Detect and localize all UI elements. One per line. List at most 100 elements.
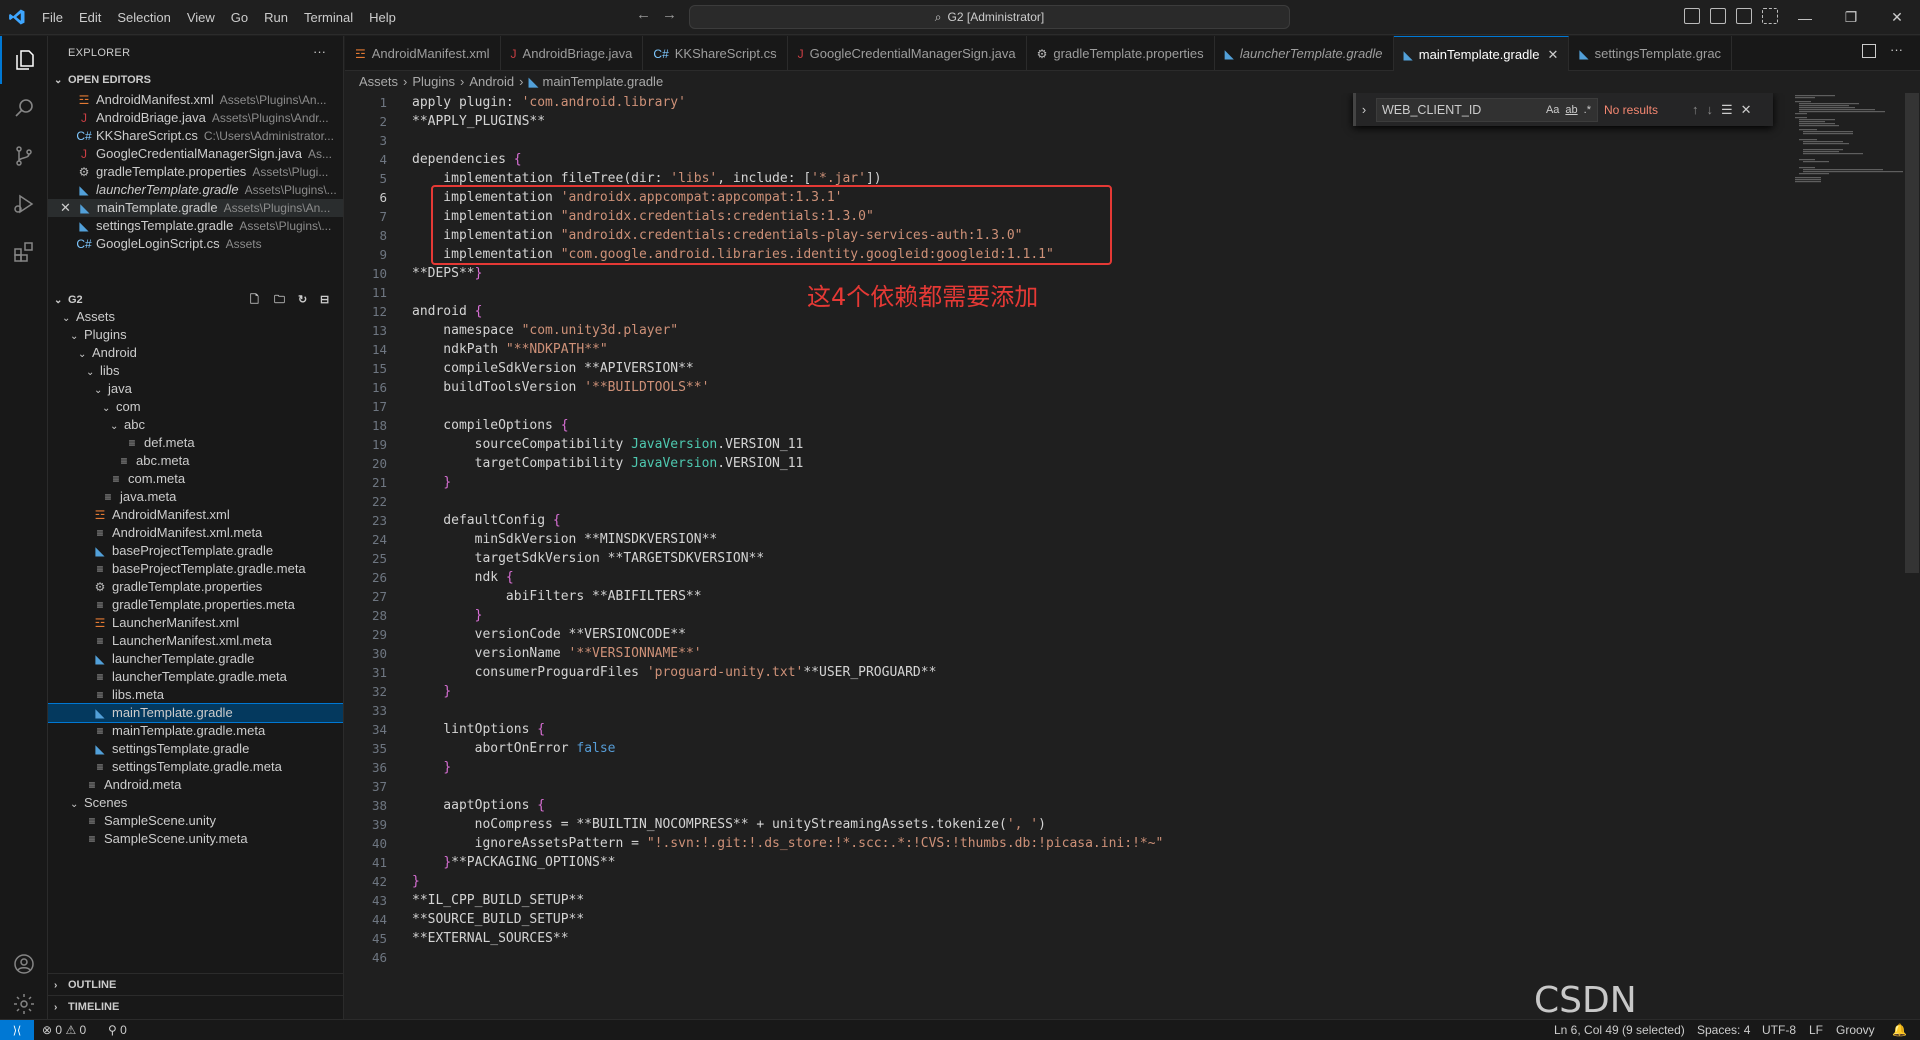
tree-file[interactable]: ≡ libs.meta [48, 686, 343, 704]
editor-tab[interactable]: ◣ launcherTemplate.gradle [1215, 36, 1394, 71]
tree-folder[interactable]: ⌄ Android [48, 344, 343, 362]
code-line[interactable]: }**PACKAGING_OPTIONS** [412, 853, 1732, 872]
menu-selection[interactable]: Selection [109, 0, 178, 35]
tree-folder[interactable]: ⌄ Plugins [48, 326, 343, 344]
open-editor-item[interactable]: C# GoogleLoginScript.cs Assets [48, 235, 343, 253]
code-editor[interactable]: 1 2 3 4 5 6 7 8 9 10 11 12 13 14 15 16 17 18 19 20 21 22 23 24 2… [345, 93, 1920, 1019]
code-line[interactable] [412, 492, 1732, 511]
code-line[interactable] [412, 397, 1732, 416]
tree-file[interactable]: ≡ java.meta [48, 488, 343, 506]
breadcrumb-item[interactable]: Android [469, 74, 514, 89]
open-editor-item[interactable]: ◣ settingsTemplate.gradle Assets\Plugins\.… [48, 217, 343, 235]
editor-tab[interactable]: ⚙ gradleTemplate.properties [1027, 36, 1215, 71]
find-in-selection-icon[interactable]: ☰ [1721, 102, 1733, 118]
code-line[interactable]: ignoreAssetsPattern = "!.svn:!.git:!.ds_… [412, 834, 1732, 853]
match-case-toggle[interactable]: Aa [1546, 104, 1559, 116]
tree-file[interactable]: ◣ mainTemplate.gradle [48, 703, 343, 723]
tree-folder[interactable]: ⌄ java [48, 380, 343, 398]
tree-file[interactable]: ◣ launcherTemplate.gradle [48, 650, 343, 668]
code-line[interactable] [412, 283, 1732, 302]
next-match-arrow-icon[interactable]: ↓ [1707, 102, 1714, 117]
menu-run[interactable]: Run [256, 0, 296, 35]
use-regex-toggle[interactable]: .* [1584, 104, 1591, 116]
menu-help[interactable]: Help [361, 0, 404, 35]
restore-button[interactable]: ❐ [1828, 0, 1874, 35]
tree-folder[interactable]: ⌄ com [48, 398, 343, 416]
tree-file[interactable]: ≡ gradleTemplate.properties.meta [48, 596, 343, 614]
back-arrow-icon[interactable]: ← [636, 6, 651, 23]
command-center[interactable]: ⌕ G2 [Administrator] [689, 5, 1290, 29]
end-of-line[interactable]: LF [1809, 1020, 1823, 1040]
tree-file[interactable]: ≡ abc.meta [48, 452, 343, 470]
close-find-icon[interactable]: ✕ [1741, 102, 1752, 118]
open-editor-item[interactable]: ☲ AndroidManifest.xml Assets\Plugins\An... [48, 91, 343, 109]
code-line[interactable]: **IL_CPP_BUILD_SETUP** [412, 891, 1732, 910]
code-line[interactable]: minSdkVersion **MINSDKVERSION** [412, 530, 1732, 549]
code-line[interactable]: **SOURCE_BUILD_SETUP** [412, 910, 1732, 929]
close-icon[interactable]: ✕ [1547, 47, 1558, 62]
indentation[interactable]: Spaces: 4 [1697, 1020, 1750, 1040]
toggle-panel-icon[interactable] [1710, 8, 1726, 24]
code-line[interactable] [412, 777, 1732, 796]
search-icon[interactable] [0, 84, 48, 132]
breadcrumb-item[interactable]: Plugins [412, 74, 455, 89]
more-actions-icon[interactable]: ··· [1890, 42, 1903, 57]
editor-tab[interactable]: C# KKShareScript.cs [643, 36, 788, 71]
tree-file[interactable]: ≡ LauncherManifest.xml.meta [48, 632, 343, 650]
previous-match-arrow-icon[interactable]: ↑ [1692, 102, 1699, 117]
ports-indicator[interactable]: ⚲ 0 [108, 1020, 127, 1040]
editor-tab[interactable]: ☲ AndroidManifest.xml [345, 36, 501, 71]
code-line[interactable]: } [412, 606, 1732, 625]
code-line[interactable] [412, 948, 1732, 967]
run-debug-icon[interactable] [0, 180, 48, 228]
tree-file[interactable]: ≡ def.meta [48, 434, 343, 452]
cursor-position[interactable]: Ln 6, Col 49 (9 selected) [1554, 1020, 1685, 1040]
minimap[interactable] [1795, 93, 1905, 203]
code-line[interactable]: } [412, 473, 1732, 492]
code-line[interactable]: consumerProguardFiles 'proguard-unity.tx… [412, 663, 1732, 682]
code-line[interactable]: buildToolsVersion '**BUILDTOOLS**' [412, 378, 1732, 397]
tree-folder[interactable]: ⌄ abc [48, 416, 343, 434]
code-line[interactable]: targetCompatibility JavaVersion.VERSION_… [412, 454, 1732, 473]
editor-tab[interactable]: J GoogleCredentialManagerSign.java [788, 36, 1027, 71]
tree-folder[interactable]: ⌄ Assets [48, 308, 343, 326]
remote-indicator-icon[interactable]: ⟩⟨ [0, 1020, 34, 1040]
tree-file[interactable]: ☲ AndroidManifest.xml [48, 506, 343, 524]
code-line[interactable]: compileSdkVersion **APIVERSION** [412, 359, 1732, 378]
find-input[interactable]: WEB_CLIENT_ID Aa ab .* [1376, 97, 1598, 122]
tree-file[interactable]: ≡ Android.meta [48, 776, 343, 794]
vertical-scrollbar[interactable] [1905, 93, 1919, 573]
close-icon[interactable]: ✕ [60, 200, 71, 215]
code-line[interactable]: noCompress = **BUILTIN_NOCOMPRESS** + un… [412, 815, 1732, 834]
language-mode[interactable]: Groovy [1836, 1020, 1875, 1040]
forward-arrow-icon[interactable]: → [662, 6, 677, 23]
open-editor-item[interactable]: ⚙ gradleTemplate.properties Assets\Plugi..… [48, 163, 343, 181]
tree-file[interactable]: ☲ LauncherManifest.xml [48, 614, 343, 632]
code-line[interactable]: versionName '**VERSIONNAME**' [412, 644, 1732, 663]
tree-file[interactable]: ≡ AndroidManifest.xml.meta [48, 524, 343, 542]
open-editor-item[interactable]: ✕ ◣ mainTemplate.gradle Assets\Plugins\An..… [48, 199, 343, 217]
tree-file[interactable]: ≡ com.meta [48, 470, 343, 488]
minimize-button[interactable]: — [1782, 0, 1828, 35]
extensions-icon[interactable] [0, 228, 48, 276]
editor-tab[interactable]: ◣ settingsTemplate.grac [1569, 36, 1733, 71]
code-line[interactable]: abortOnError false [412, 739, 1732, 758]
tree-file[interactable]: ≡ launcherTemplate.gradle.meta [48, 668, 343, 686]
tree-file[interactable]: ◣ baseProjectTemplate.gradle [48, 542, 343, 560]
open-editor-item[interactable]: C# KKShareScript.cs C:\Users\Administrator… [48, 127, 343, 145]
tree-file[interactable]: ⚙ gradleTemplate.properties [48, 578, 343, 596]
problems-indicator[interactable]: ⊗ 0 ⚠ 0 [42, 1020, 86, 1040]
editor-tab[interactable]: J AndroidBriage.java [501, 36, 644, 71]
code-line[interactable]: targetSdkVersion **TARGETSDKVERSION** [412, 549, 1732, 568]
open-editor-item[interactable]: J GoogleCredentialManagerSign.java As... [48, 145, 343, 163]
encoding[interactable]: UTF-8 [1762, 1020, 1796, 1040]
tree-file[interactable]: ≡ SampleScene.unity [48, 812, 343, 830]
timeline-section[interactable]: › TIMELINE [48, 995, 343, 1017]
close-window-button[interactable]: ✕ [1874, 0, 1920, 35]
menu-edit[interactable]: Edit [71, 0, 109, 35]
code-line[interactable]: namespace "com.unity3d.player" [412, 321, 1732, 340]
menu-view[interactable]: View [179, 0, 223, 35]
breadcrumb-item[interactable]: mainTemplate.gradle [543, 74, 664, 89]
more-actions-icon[interactable]: ··· [313, 44, 326, 59]
code-line[interactable]: ndkPath "**NDKPATH**" [412, 340, 1732, 359]
